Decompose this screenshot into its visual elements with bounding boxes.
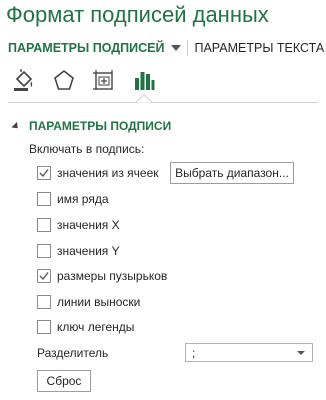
checkbox-legend-key[interactable] [37,320,51,334]
option-label-leader-lines[interactable]: линии выноски [57,295,140,309]
checkbox-leader-lines[interactable] [37,295,51,309]
select-range-button[interactable]: Выбрать диапазон... [170,162,294,184]
section-label-options[interactable]: ПАРАМЕТРЫ ПОДПИСИ [11,119,172,133]
option-label-legend-key[interactable]: ключ легенды [57,320,134,334]
checkmark-icon [39,272,49,281]
checkbox-series-name[interactable] [37,192,51,206]
icon-bar-divider [8,102,318,103]
option-label-x-values[interactable]: значения X [57,218,120,232]
expand-triangle-icon[interactable] [11,121,21,131]
tab-label-options[interactable]: ПАРАМЕТРЫ ПОДПИСЕЙ [8,41,164,55]
separator-label: Разделитель [37,346,109,360]
checkmark-icon [39,169,49,178]
separator-dropdown[interactable]: ; [185,343,313,362]
chevron-down-icon[interactable] [171,45,182,51]
label-options-chart-icon[interactable] [130,66,158,94]
pane-title: Формат подписей данных [6,2,269,27]
tab-bar: ПАРАМЕТРЫ ПОДПИСЕЙ ПАРАМЕТРЫ ТЕКСТА [8,40,324,56]
checkbox-bubble-size[interactable] [37,269,51,283]
checkbox-y-values[interactable] [37,244,51,258]
checkbox-cell-values[interactable] [37,166,51,180]
checkbox-x-values[interactable] [37,218,51,232]
category-icon-bar [8,62,318,104]
section-title: ПАРАМЕТРЫ ПОДПИСИ [29,119,172,133]
option-label-series-name[interactable]: имя ряда [57,192,109,206]
option-label-bubble-size[interactable]: размеры пузырьков [57,269,167,283]
tab-divider [187,40,189,56]
selected-pointer-icon [136,94,152,103]
fill-line-icon[interactable] [10,66,38,94]
option-label-cell-values[interactable]: значения из ячеек [57,166,159,180]
reset-button[interactable]: Сброс [37,370,91,392]
include-in-label-heading: Включать в подпись: [29,142,145,156]
effects-pentagon-icon[interactable] [50,66,78,94]
chevron-down-icon[interactable] [297,351,305,355]
tab-text-options[interactable]: ПАРАМЕТРЫ ТЕКСТА [194,41,324,55]
size-properties-icon[interactable] [90,66,118,94]
option-label-y-values[interactable]: значения Y [57,244,120,258]
separator-value: ; [192,346,196,360]
